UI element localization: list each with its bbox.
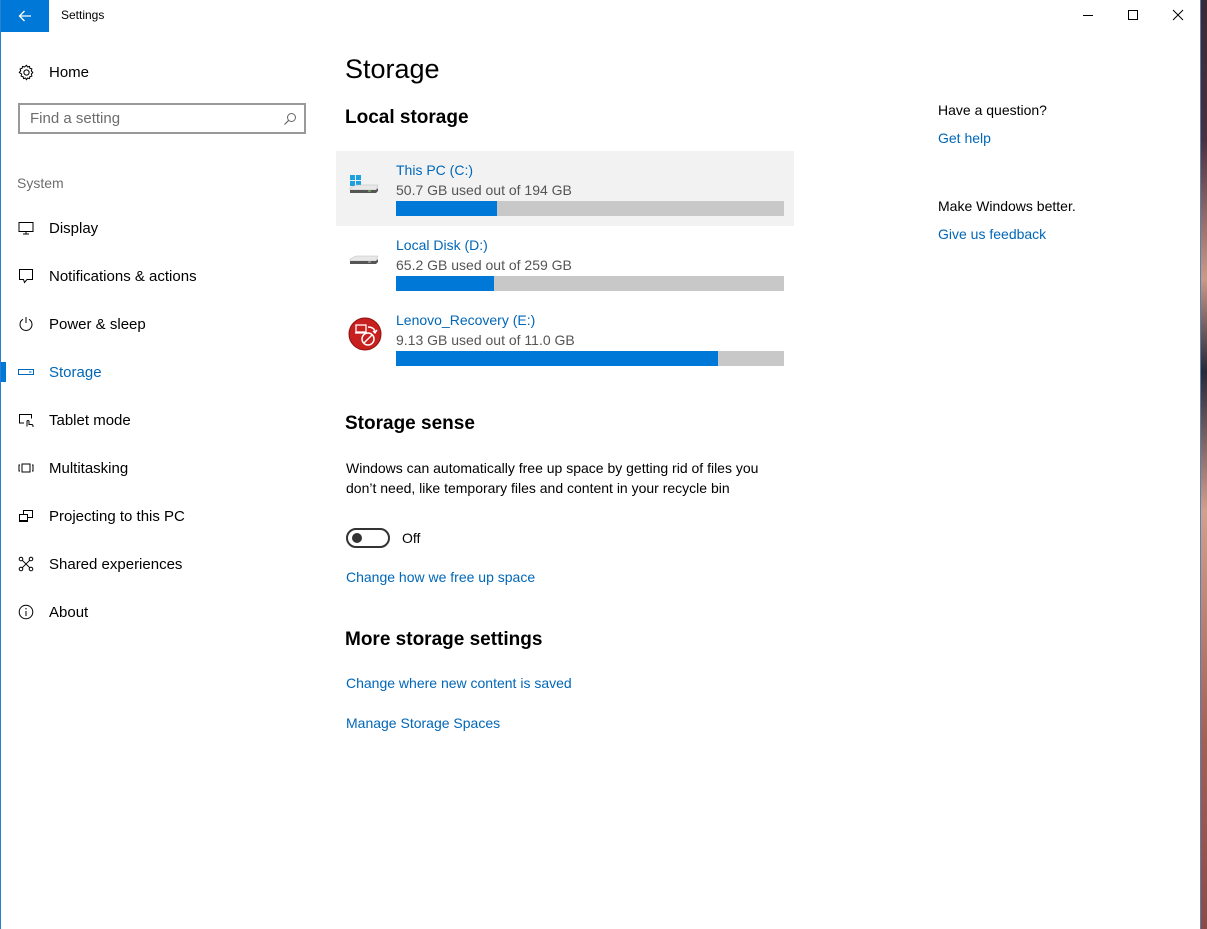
settings-window: Settings Home Find a setting System Disp… — [0, 0, 1201, 929]
sidebar-item-label: About — [49, 603, 89, 621]
drive-usage: 50.7 GB used out of 194 GB — [396, 182, 572, 198]
drive-usage-fill — [396, 276, 494, 291]
hard-drive-icon — [348, 242, 382, 276]
group-label-system: System — [17, 175, 64, 191]
system-drive-icon — [348, 167, 382, 201]
drive-name: This PC (C:) — [396, 162, 473, 178]
manage-storage-spaces-link[interactable]: Manage Storage Spaces — [346, 715, 500, 731]
drive-item-d[interactable]: Local Disk (D:) 65.2 GB used out of 259 … — [336, 226, 794, 301]
sidebar-item-label: Tablet mode — [49, 411, 131, 429]
maximize-button[interactable] — [1110, 0, 1156, 30]
change-save-location-link[interactable]: Change where new content is saved — [346, 675, 572, 691]
sidebar-item-label: Storage — [49, 363, 102, 381]
minimize-icon — [1083, 15, 1093, 16]
tablet-mode-icon — [17, 411, 35, 429]
drive-name: Lenovo_Recovery (E:) — [396, 312, 536, 328]
toggle-knob — [352, 533, 362, 543]
drive-item-e[interactable]: Lenovo_Recovery (E:) 9.13 GB used out of… — [336, 301, 794, 376]
toggle-state-label: Off — [402, 530, 421, 546]
shared-experiences-icon — [17, 555, 35, 573]
drive-usage: 9.13 GB used out of 11.0 GB — [396, 332, 575, 348]
give-feedback-link[interactable]: Give us feedback — [938, 226, 1046, 242]
change-free-space-link[interactable]: Change how we free up space — [346, 569, 535, 585]
power-icon — [17, 315, 35, 333]
back-button[interactable] — [1, 0, 49, 32]
local-storage-title: Local storage — [345, 107, 469, 128]
page-title: Storage — [345, 54, 440, 84]
drive-usage: 65.2 GB used out of 259 GB — [396, 257, 572, 273]
sidebar-item-label: Projecting to this PC — [49, 507, 185, 525]
sidebar-item-about[interactable]: About — [1, 588, 321, 636]
sidebar-item-shared-experiences[interactable]: Shared experiences — [1, 540, 321, 588]
drive-usage-fill — [396, 351, 719, 366]
search-input[interactable] — [20, 105, 276, 132]
question-label: Have a question? — [938, 102, 1047, 118]
storage-sense-toggle[interactable]: Off — [346, 528, 420, 548]
recovery-drive-icon — [348, 317, 382, 351]
sidebar-item-notifications[interactable]: Notifications & actions — [1, 252, 321, 300]
maximize-icon — [1128, 10, 1138, 20]
storage-sense-description: Windows can automatically free up space … — [346, 460, 759, 496]
feedback-prompt: Make Windows better. — [938, 198, 1076, 214]
sidebar-item-label: Notifications & actions — [49, 267, 197, 285]
drive-name: Local Disk (D:) — [396, 237, 488, 253]
sidebar-item-tablet-mode[interactable]: Tablet mode — [1, 396, 321, 444]
search-icon[interactable] — [276, 105, 304, 132]
sidebar-item-projecting[interactable]: Projecting to this PC — [1, 492, 321, 540]
projecting-icon — [17, 507, 35, 525]
sidebar-item-label: Shared experiences — [49, 555, 183, 573]
more-storage-settings-title: More storage settings — [345, 629, 543, 650]
sidebar-item-power-sleep[interactable]: Power & sleep — [1, 300, 321, 348]
sidebar-item-display[interactable]: Display — [1, 204, 321, 252]
storage-sense-title: Storage sense — [345, 413, 475, 434]
drive-usage-bar — [396, 276, 784, 291]
window-title: Settings — [61, 8, 105, 22]
close-icon — [1172, 9, 1184, 21]
drive-usage-bar — [396, 351, 784, 366]
gear-icon — [17, 63, 35, 81]
drive-item-c[interactable]: This PC (C:) 50.7 GB used out of 194 GB — [336, 151, 794, 226]
sidebar-item-storage[interactable]: Storage — [1, 348, 321, 396]
close-button[interactable] — [1155, 0, 1201, 30]
sidebar-nav: Display Notifications & actions Power & … — [1, 204, 321, 636]
search-box[interactable] — [18, 103, 306, 134]
toggle-switch[interactable] — [346, 528, 390, 548]
sidebar-item-multitasking[interactable]: Multitasking — [1, 444, 321, 492]
home-label: Home — [49, 63, 90, 81]
multitasking-icon — [17, 459, 35, 477]
minimize-button[interactable] — [1065, 0, 1111, 30]
home-link[interactable]: Home — [17, 60, 89, 84]
notifications-icon — [17, 267, 35, 285]
sidebar-item-label: Multitasking — [49, 459, 129, 477]
get-help-link[interactable]: Get help — [938, 130, 991, 146]
back-arrow-icon — [18, 10, 31, 22]
info-icon — [17, 603, 35, 621]
sidebar-item-label: Power & sleep — [49, 315, 146, 333]
display-icon — [17, 219, 35, 237]
drive-usage-fill — [396, 201, 498, 216]
title-bar: Settings — [1, 0, 1200, 32]
sidebar-item-label: Display — [49, 219, 99, 237]
storage-icon — [17, 363, 35, 381]
drive-usage-bar — [396, 201, 784, 216]
